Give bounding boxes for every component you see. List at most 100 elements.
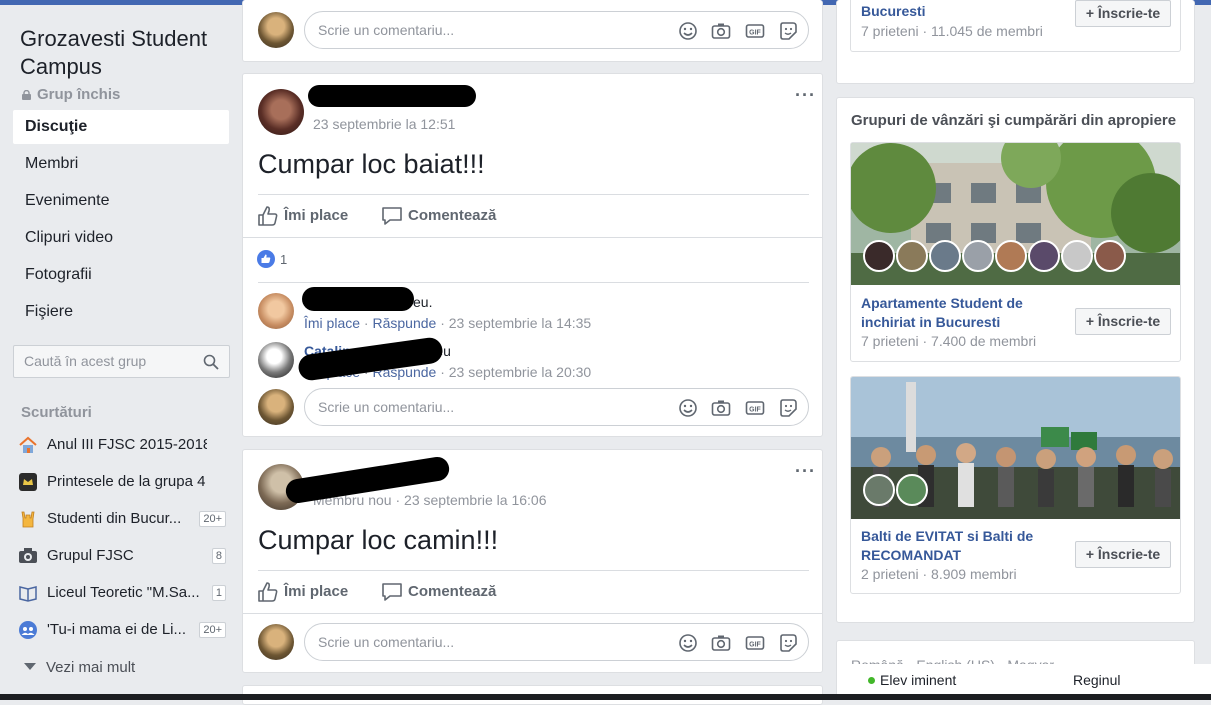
chat-contact[interactable]: Elev iminent [868,672,956,688]
post-timestamp[interactable]: 23 septembrie la 16:06 [404,492,546,508]
divider [243,237,822,238]
gif-icon[interactable]: GIF [745,21,765,41]
comment-time[interactable]: 23 septembrie la 14:35 [449,315,591,331]
comment-like-link[interactable]: Îmi place [304,315,360,331]
shortcut-item[interactable]: Liceul Teoretic "M.Sa... 1 [18,580,230,606]
shortcut-item[interactable]: Grupul FJSC 8 [18,543,230,569]
gif-icon[interactable]: GIF [745,633,765,653]
shortcut-item[interactable]: Anul III FJSC 2015-2018 [18,432,230,458]
suggested-group-card: Bucuresti 7 prieteni · 11.045 de membri … [836,0,1195,84]
emoji-icon[interactable] [678,21,698,41]
sticker-icon[interactable] [778,398,798,418]
commenter-avatar[interactable] [258,293,294,329]
shortcut-label: Printesele de la grupa 4 [47,473,206,490]
book-icon [19,586,37,602]
shortcut-label: Anul III FJSC 2015-2018 [47,436,207,453]
group-title[interactable]: Grozavesti Student Campus [20,25,230,81]
camera-icon[interactable] [711,398,731,418]
comment-input[interactable]: Scrie un comentariu... GIF [304,388,809,426]
svg-text:GIF: GIF [749,30,761,37]
emoji-icon[interactable] [678,398,698,418]
shortcut-label: Studenti din Bucur... [47,510,182,527]
redacted-author-name [308,85,476,107]
shortcuts-heading: Scurtături [21,404,92,421]
sale-groups-heading: Grupuri de vânzări şi cumpărări din apro… [851,112,1177,129]
more-options-icon[interactable]: ··· [795,86,816,104]
left-sidebar: Grozavesti Student Campus Grup închis Di… [0,5,238,700]
camera-icon [19,548,37,563]
nav-members[interactable]: Membri [13,147,229,181]
member-avatars [863,474,929,506]
group-suggestion: Balti de EVITAT si Balti de RECOMANDAT 2… [850,376,1181,594]
like-label: Îmi place [284,583,349,600]
user-avatar[interactable] [258,389,294,425]
sticker-icon[interactable] [778,633,798,653]
svg-text:GIF: GIF [749,642,761,649]
gif-icon[interactable]: GIF [745,398,765,418]
nav-files[interactable]: Fişiere [13,295,229,329]
sticker-icon[interactable] [778,21,798,41]
see-more-link[interactable]: Vezi mai mult [24,659,135,676]
reaction-count[interactable]: 1 [280,252,287,267]
notification-badge: 1 [211,585,226,601]
author-avatar[interactable] [258,89,304,135]
post-card: 23 septembrie la 12:51 ··· Cumpar loc ba… [242,73,823,437]
chat-contact-name: Elev iminent [880,672,957,688]
like-reaction-icon[interactable] [257,250,275,268]
user-avatar[interactable] [258,12,294,48]
like-button[interactable]: Îmi place [257,205,367,229]
comment-reply-link[interactable]: Răspunde [372,315,436,331]
group-search-input[interactable]: Caută în acest grup [13,345,230,378]
nav-events[interactable]: Evenimente [13,184,229,218]
notification-badge: 20+ [199,511,226,527]
join-group-button[interactable]: + Înscrie-te [1075,541,1171,568]
commenter-avatar[interactable] [258,342,294,378]
comment-meta: Îmi place · Răspunde · 23 septembrie la … [304,315,592,331]
group-suggestion: Apartamente Student de inchiriat in Bucu… [850,142,1181,362]
camera-icon[interactable] [711,633,731,653]
post-card: Membru nou · 23 septembrie la 16:06 ··· … [242,449,823,673]
comment-input[interactable]: Scrie un comentariu... GIF [304,623,809,661]
nav-videos[interactable]: Clipuri video [13,221,229,255]
search-icon[interactable] [203,354,219,370]
comment-time[interactable]: 23 septembrie la 20:30 [449,364,591,380]
join-group-button[interactable]: + Înscrie-te [1075,308,1171,335]
comment-button[interactable]: Comentează [381,581,521,605]
emoji-icon[interactable] [678,633,698,653]
more-options-icon[interactable]: ··· [795,462,816,480]
like-label: Îmi place [284,207,349,224]
chat-bar: Elev iminent Reginul [848,664,1211,694]
divider [258,194,809,195]
post-text: Cumpar loc camin!!! [258,525,499,555]
shortcut-label: Grupul FJSC [47,547,134,564]
shortcut-item[interactable]: 'Tu-i mama ei de Li... 20+ [18,617,230,643]
comment-button[interactable]: Comentează [381,205,521,229]
comment-input[interactable]: Scrie un comentariu... GIF [304,11,809,49]
nav-photos[interactable]: Fotografii [13,258,229,292]
shortcut-item[interactable]: Printesele de la grupa 4 [18,469,230,495]
chevron-down-icon [24,663,36,670]
post-timestamp[interactable]: 23 septembrie la 12:51 [313,116,455,132]
thumbs-up-icon [258,582,278,602]
join-group-button[interactable]: + Înscrie-te [1075,0,1171,27]
chat-contact-name: Reginul [1073,672,1121,688]
see-more-label: Vezi mai mult [46,659,136,676]
user-avatar[interactable] [258,624,294,660]
like-button[interactable]: Îmi place [257,581,367,605]
group-name-link[interactable]: Balti de EVITAT si Balti de RECOMANDAT [861,527,1061,565]
camera-icon[interactable] [711,21,731,41]
comment-label: Comentează [408,583,497,600]
group-name-link[interactable]: Apartamente Student de inchiriat in Bucu… [861,294,1061,332]
sale-groups-card: Grupuri de vânzări şi cumpărări din apro… [836,97,1195,623]
group-icon [19,621,37,639]
comment-placeholder: Scrie un comentariu... [318,634,455,650]
shortcut-item[interactable]: Studenti din Bucur... 20+ [18,506,230,532]
comment-placeholder: Scrie un comentariu... [318,399,455,415]
group-name-link[interactable]: Bucuresti [861,2,1061,21]
notification-badge: 8 [211,548,226,564]
shortcut-label: Liceul Teoretic "M.Sa... [47,584,200,601]
comment-tools: GIF [669,398,798,418]
divider [243,613,822,614]
nav-discussion[interactable]: Discuţie [13,110,229,144]
chat-contact[interactable]: Reginul [1073,672,1120,688]
